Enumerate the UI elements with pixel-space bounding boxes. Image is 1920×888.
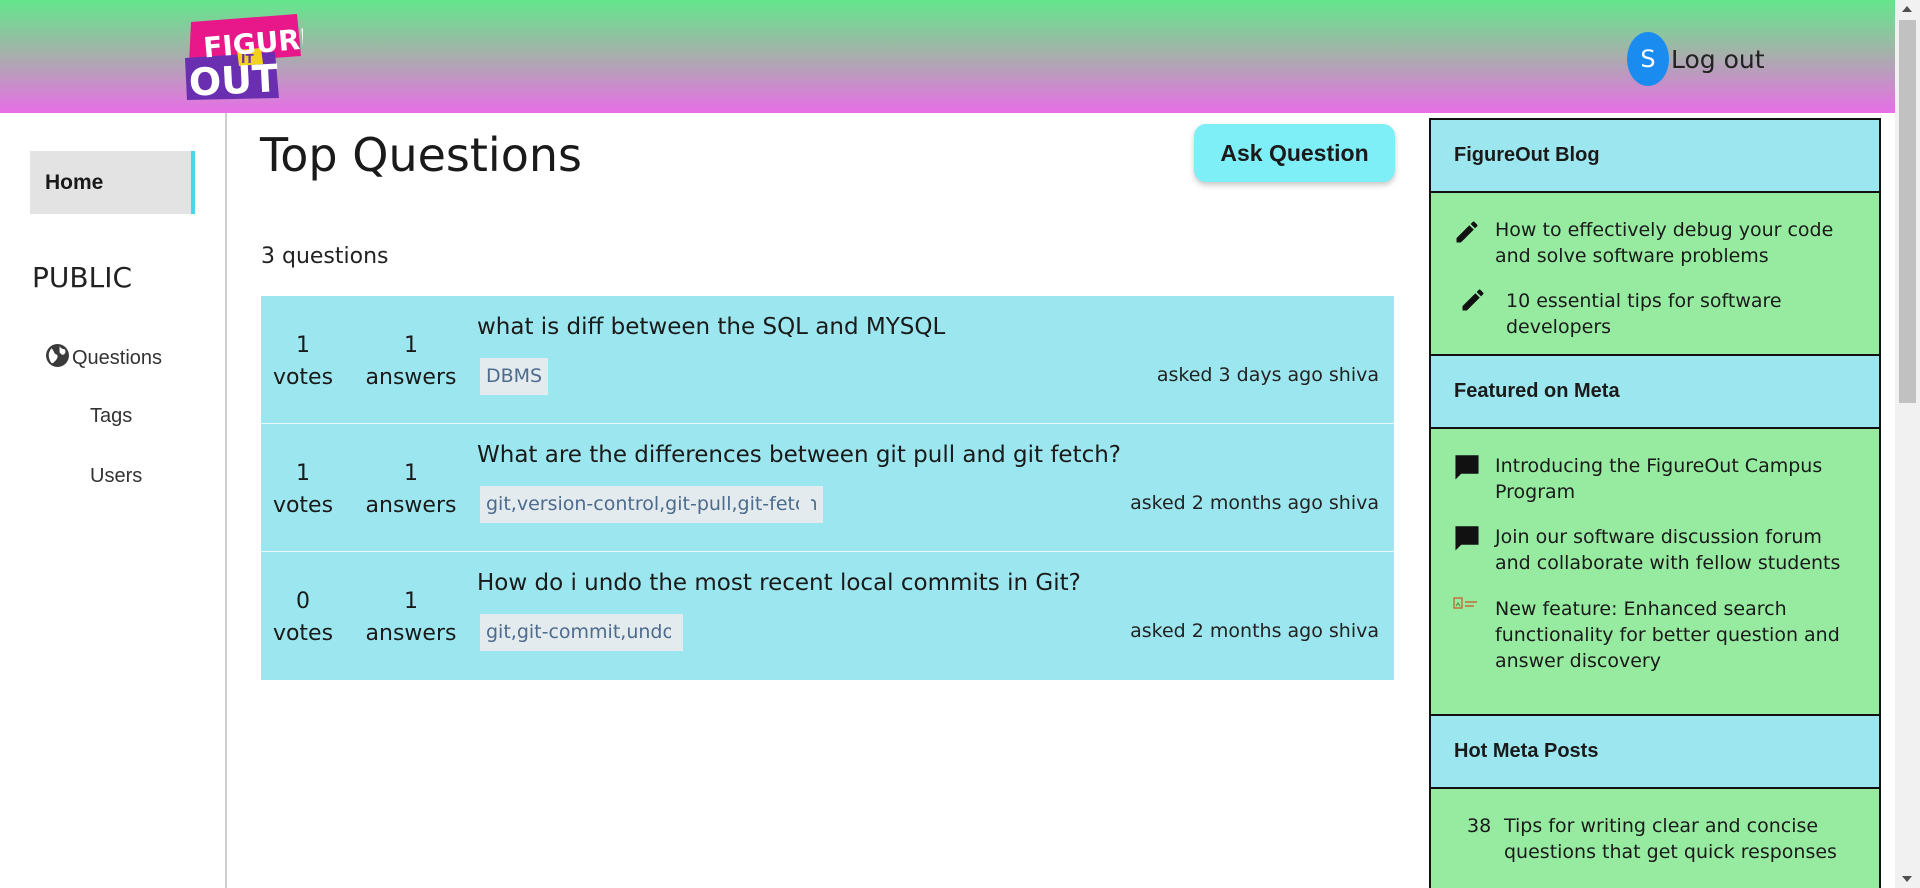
comment-icon: [1453, 524, 1481, 558]
scroll-down-arrow-icon[interactable]: [1902, 876, 1912, 882]
broken-image-icon: [1453, 596, 1479, 618]
featured-meta-body: Introducing the FigureOut Campus Program…: [1431, 429, 1879, 716]
question-meta: asked 3 days ago shiva: [1156, 364, 1379, 386]
sidebar-section-public: PUBLIC: [32, 261, 132, 294]
blog-body: How to effectively debug your code and s…: [1431, 193, 1879, 356]
hot-meta-header: Hot Meta Posts: [1431, 716, 1879, 789]
comment-icon: [1453, 453, 1481, 487]
question-title-link[interactable]: How do i undo the most recent local comm…: [477, 570, 1081, 596]
answer-count: 1 answers: [345, 586, 477, 650]
vote-number: 1: [296, 461, 310, 486]
answer-count: 1 answers: [345, 330, 477, 394]
pencil-icon: [1459, 286, 1487, 318]
answer-number: 1: [404, 461, 418, 486]
blog-header: FigureOut Blog: [1431, 120, 1879, 193]
meta-post-link[interactable]: New feature: Enhanced search functionali…: [1495, 596, 1855, 674]
sidebar-item-users[interactable]: Users: [90, 465, 142, 488]
featured-meta-header: Featured on Meta: [1431, 356, 1879, 429]
sidebar-item-home[interactable]: Home: [30, 151, 195, 214]
sidebar-item-label: Questions: [72, 347, 163, 369]
blog-post-link[interactable]: 10 essential tips for software developer…: [1506, 288, 1866, 340]
sidebar-item-questions[interactable]: Questions: [45, 343, 162, 374]
empty-tag: [671, 614, 683, 651]
top-header: FIGURE IT OUT S Log out: [0, 0, 1895, 113]
scroll-up-arrow-icon[interactable]: [1902, 6, 1912, 12]
sidebar-item-label: Home: [45, 170, 104, 194]
question-row: 1 votes 1 answers What are the differenc…: [261, 424, 1394, 552]
blog-post-link[interactable]: How to effectively debug your code and s…: [1495, 217, 1855, 269]
question-row: 1 votes 1 answers what is diff between t…: [261, 296, 1394, 424]
answer-count: 1 answers: [345, 458, 477, 522]
vote-count: 0 votes: [261, 586, 345, 650]
globe-icon: [45, 343, 72, 374]
right-sidebar-widget: FigureOut Blog How to effectively debug …: [1429, 118, 1881, 888]
svg-text:OUT: OUT: [188, 56, 279, 100]
page-scrollbar[interactable]: [1895, 0, 1920, 888]
left-sidebar: Home PUBLIC Questions Tags Users: [0, 113, 227, 888]
vote-number: 1: [296, 333, 310, 358]
avatar-initial: S: [1640, 45, 1656, 73]
question-meta: asked 2 months ago shiva: [1130, 492, 1379, 514]
scrollbar-thumb[interactable]: [1899, 20, 1916, 403]
pencil-icon: [1453, 218, 1481, 250]
vote-label: votes: [272, 493, 334, 518]
answer-label: answers: [365, 621, 457, 646]
question-tag[interactable]: git,version-control,git-pull,git-fetch: [480, 486, 824, 523]
hot-post-count: 38: [1467, 815, 1492, 837]
user-area: S Log out: [1627, 32, 1765, 86]
question-list: 1 votes 1 answers what is diff between t…: [261, 296, 1394, 680]
vote-label: votes: [272, 621, 334, 646]
question-tag[interactable]: git,git-commit,undo: [480, 614, 681, 651]
question-count: 3 questions: [261, 244, 389, 269]
question-row: 0 votes 1 answers How do i undo the most…: [261, 552, 1394, 680]
vote-number: 0: [296, 589, 310, 614]
hot-post-link[interactable]: Tips for writing clear and concise quest…: [1504, 813, 1844, 865]
hot-meta-body: 38 Tips for writing clear and concise qu…: [1431, 789, 1879, 888]
vote-count: 1 votes: [261, 458, 345, 522]
meta-post-link[interactable]: Join our software discussion forum and c…: [1495, 524, 1855, 576]
meta-post-link[interactable]: Introducing the FigureOut Campus Program: [1495, 453, 1855, 505]
answer-number: 1: [404, 589, 418, 614]
empty-tag: [799, 486, 811, 523]
avatar[interactable]: S: [1627, 32, 1669, 86]
question-meta: asked 2 months ago shiva: [1130, 620, 1379, 642]
question-title-link[interactable]: What are the differences between git pul…: [477, 442, 1121, 468]
vote-label: votes: [272, 365, 334, 390]
question-title-link[interactable]: what is diff between the SQL and MYSQL: [477, 314, 945, 340]
vote-count: 1 votes: [261, 330, 345, 394]
answer-label: answers: [365, 493, 457, 518]
logout-button[interactable]: Log out: [1671, 45, 1765, 74]
figureout-logo[interactable]: FIGURE IT OUT: [183, 12, 320, 105]
answer-number: 1: [404, 333, 418, 358]
answer-label: answers: [365, 365, 457, 390]
sidebar-item-tags[interactable]: Tags: [90, 405, 132, 428]
question-tag[interactable]: DBMS: [480, 358, 549, 395]
page-title: Top Questions: [260, 128, 582, 182]
ask-question-button[interactable]: Ask Question: [1194, 124, 1395, 182]
